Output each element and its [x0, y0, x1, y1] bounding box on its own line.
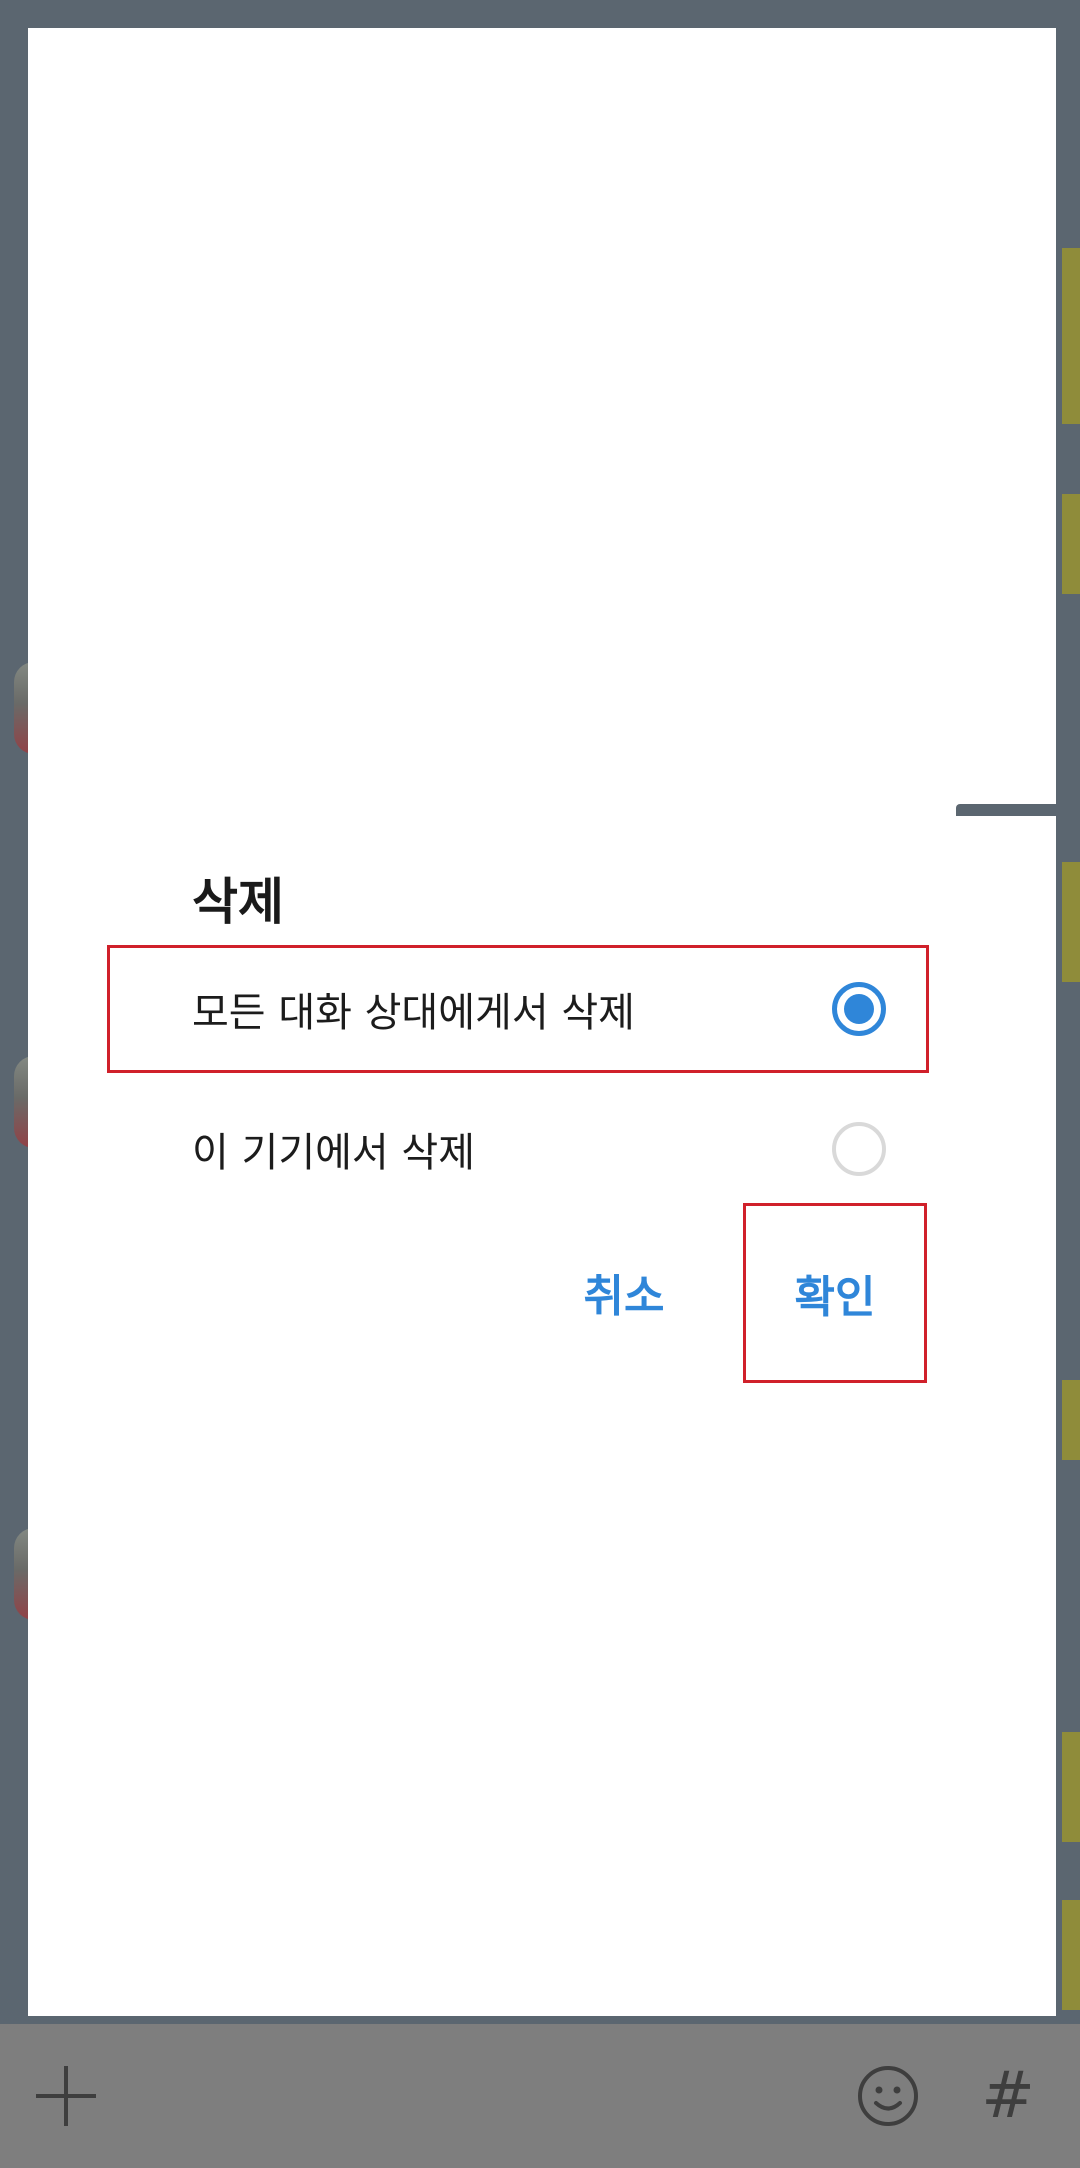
radio-unselected-icon[interactable] — [832, 1122, 886, 1176]
message-bubble-edge — [1062, 1732, 1080, 1842]
option-delete-for-everyone[interactable]: 모든 대화 상대에게서 삭제 — [107, 945, 929, 1073]
option-label: 모든 대화 상대에게서 삭제 — [192, 990, 635, 1036]
message-bubble-edge — [1062, 862, 1080, 982]
cancel-button[interactable]: 취소 — [536, 1232, 712, 1352]
divider — [956, 804, 1080, 816]
radio-selected-icon[interactable] — [832, 982, 886, 1036]
emoji-icon[interactable] — [856, 2064, 920, 2128]
option-label: 이 기기에서 삭제 — [192, 1130, 476, 1176]
dialog-title: 삭제 — [192, 873, 284, 931]
chat-input-bar: # — [0, 2024, 1080, 2168]
message-bubble-edge — [1062, 494, 1080, 594]
message-bubble-edge — [1062, 248, 1080, 424]
confirm-button[interactable]: 확인 — [743, 1203, 927, 1383]
message-bubble-edge — [1062, 1380, 1080, 1460]
hash-icon[interactable]: # — [978, 2060, 1038, 2132]
message-bubble-edge — [1062, 1900, 1080, 2010]
plus-icon[interactable] — [36, 2066, 96, 2126]
option-delete-on-this-device[interactable]: 이 기기에서 삭제 — [110, 1088, 926, 1210]
